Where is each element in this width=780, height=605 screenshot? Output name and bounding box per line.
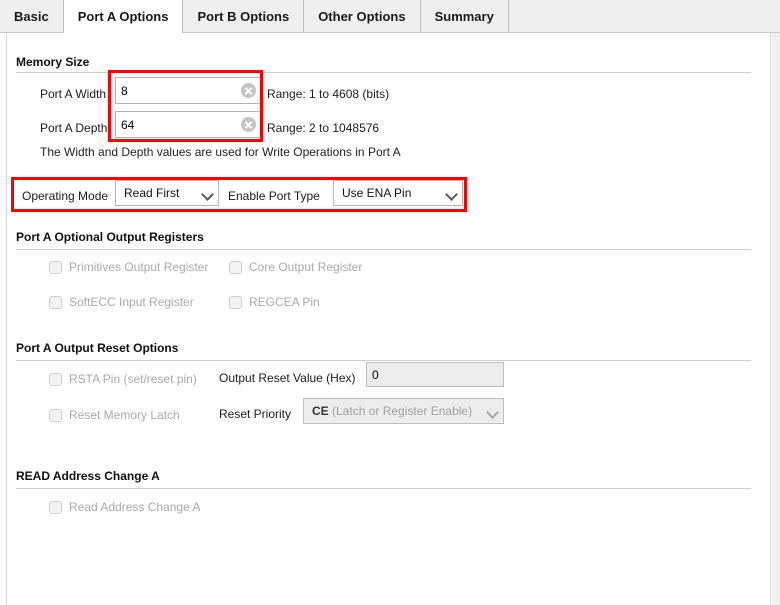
checkbox-label: Read Address Change A (69, 500, 201, 514)
clear-circle-icon[interactable] (241, 83, 256, 98)
chevron-down-icon[interactable] (444, 181, 462, 205)
port-a-width-label: Port A Width (40, 87, 107, 101)
operating-mode-label: Operating Mode (22, 189, 109, 203)
checkbox-label: REGCEA Pin (249, 295, 320, 309)
section-rule-read-address-change (16, 488, 751, 489)
output-reset-value-label: Output Reset Value (Hex) (219, 371, 356, 385)
clear-circle-icon[interactable] (241, 117, 256, 132)
chevron-down-icon[interactable] (200, 181, 218, 205)
tab-port-b-label: Port B Options (197, 8, 290, 24)
reset-priority-value-code: CE (312, 404, 329, 418)
port-a-options-panel: Memory Size Port A Width 8 Range: 1 to 4… (6, 33, 771, 605)
tab-other-options[interactable]: Other Options (304, 0, 421, 32)
checkbox-box-icon[interactable] (49, 500, 62, 514)
checkbox-primitives-output-register[interactable]: Primitives Output Register (49, 260, 208, 274)
checkbox-core-output-register[interactable]: Core Output Register (229, 260, 362, 274)
section-rule-memory-size (16, 72, 751, 73)
checkbox-box-icon[interactable] (229, 295, 242, 309)
chevron-down-icon[interactable] (485, 399, 503, 423)
output-reset-value-text: 0 (372, 367, 379, 382)
tab-basic-label: Basic (14, 8, 49, 24)
reset-priority-label: Reset Priority (219, 407, 292, 421)
checkbox-box-icon[interactable] (49, 372, 62, 386)
tab-summary-label: Summary (434, 8, 494, 24)
checkbox-reset-memory-latch[interactable]: Reset Memory Latch (49, 408, 180, 422)
tab-port-b-options[interactable]: Port B Options (183, 0, 305, 32)
pane-right-gutter (772, 33, 780, 605)
memory-size-note: The Width and Depth values are used for … (40, 145, 401, 159)
port-a-depth-range-text: Range: 2 to 1048576 (267, 121, 380, 135)
checkbox-box-icon[interactable] (49, 408, 62, 422)
checkbox-regcea-pin[interactable]: REGCEA Pin (229, 295, 320, 309)
checkbox-rsta-pin[interactable]: RSTA Pin (set/reset pin) (49, 372, 197, 386)
checkbox-box-icon[interactable] (229, 260, 242, 274)
checkbox-label: Primitives Output Register (69, 260, 209, 274)
enable-port-type-label: Enable Port Type (228, 189, 320, 203)
reset-priority-value: CE (Latch or Register Enable) (312, 404, 485, 418)
checkbox-label: Reset Memory Latch (69, 408, 180, 422)
tab-port-a-options[interactable]: Port A Options (62, 0, 184, 33)
section-heading-memory-size: Memory Size (16, 55, 90, 69)
port-a-width-value: 8 (121, 83, 128, 98)
output-reset-value-input[interactable]: 0 (366, 362, 504, 387)
checkbox-box-icon[interactable] (49, 295, 62, 309)
tab-other-label: Other Options (318, 8, 406, 24)
tab-port-a-label: Port A Options (77, 8, 169, 24)
checkbox-label: RSTA Pin (set/reset pin) (69, 372, 197, 386)
tab-bar-filler (508, 0, 780, 32)
checkbox-softecc-input-register[interactable]: SoftECC Input Register (49, 295, 194, 309)
enable-port-type-select[interactable]: Use ENA Pin (333, 180, 463, 206)
port-a-width-input[interactable]: 8 (115, 77, 263, 104)
enable-port-type-value: Use ENA Pin (342, 186, 412, 200)
port-a-depth-value: 64 (121, 117, 135, 132)
section-heading-read-address-change: READ Address Change A (16, 469, 160, 483)
reset-priority-value-description: (Latch or Register Enable) (332, 404, 473, 418)
section-heading-output-reset-options: Port A Output Reset Options (16, 341, 179, 355)
section-rule-optional-output-registers (16, 249, 751, 250)
section-rule-output-reset-options (16, 360, 751, 361)
checkbox-read-address-change-a[interactable]: Read Address Change A (49, 500, 200, 514)
port-a-depth-label: Port A Depth (40, 121, 108, 135)
tab-content-pane: Memory Size Port A Width 8 Range: 1 to 4… (0, 33, 780, 605)
port-a-width-range-text: Range: 1 to 4608 (bits) (267, 87, 390, 101)
tab-basic[interactable]: Basic (0, 0, 64, 32)
checkbox-label: SoftECC Input Register (69, 295, 194, 309)
operating-mode-select[interactable]: Read First (115, 180, 219, 206)
dialog-window: Basic Port A Options Port B Options Othe… (0, 0, 780, 605)
tab-summary[interactable]: Summary (420, 0, 509, 32)
section-heading-optional-output-registers: Port A Optional Output Registers (16, 230, 204, 244)
port-a-depth-input[interactable]: 64 (115, 111, 263, 138)
operating-mode-value: Read First (124, 186, 180, 200)
reset-priority-select[interactable]: CE (Latch or Register Enable) (303, 398, 504, 424)
tab-bar: Basic Port A Options Port B Options Othe… (0, 0, 780, 33)
checkbox-label: Core Output Register (249, 260, 363, 274)
checkbox-box-icon[interactable] (49, 260, 62, 274)
